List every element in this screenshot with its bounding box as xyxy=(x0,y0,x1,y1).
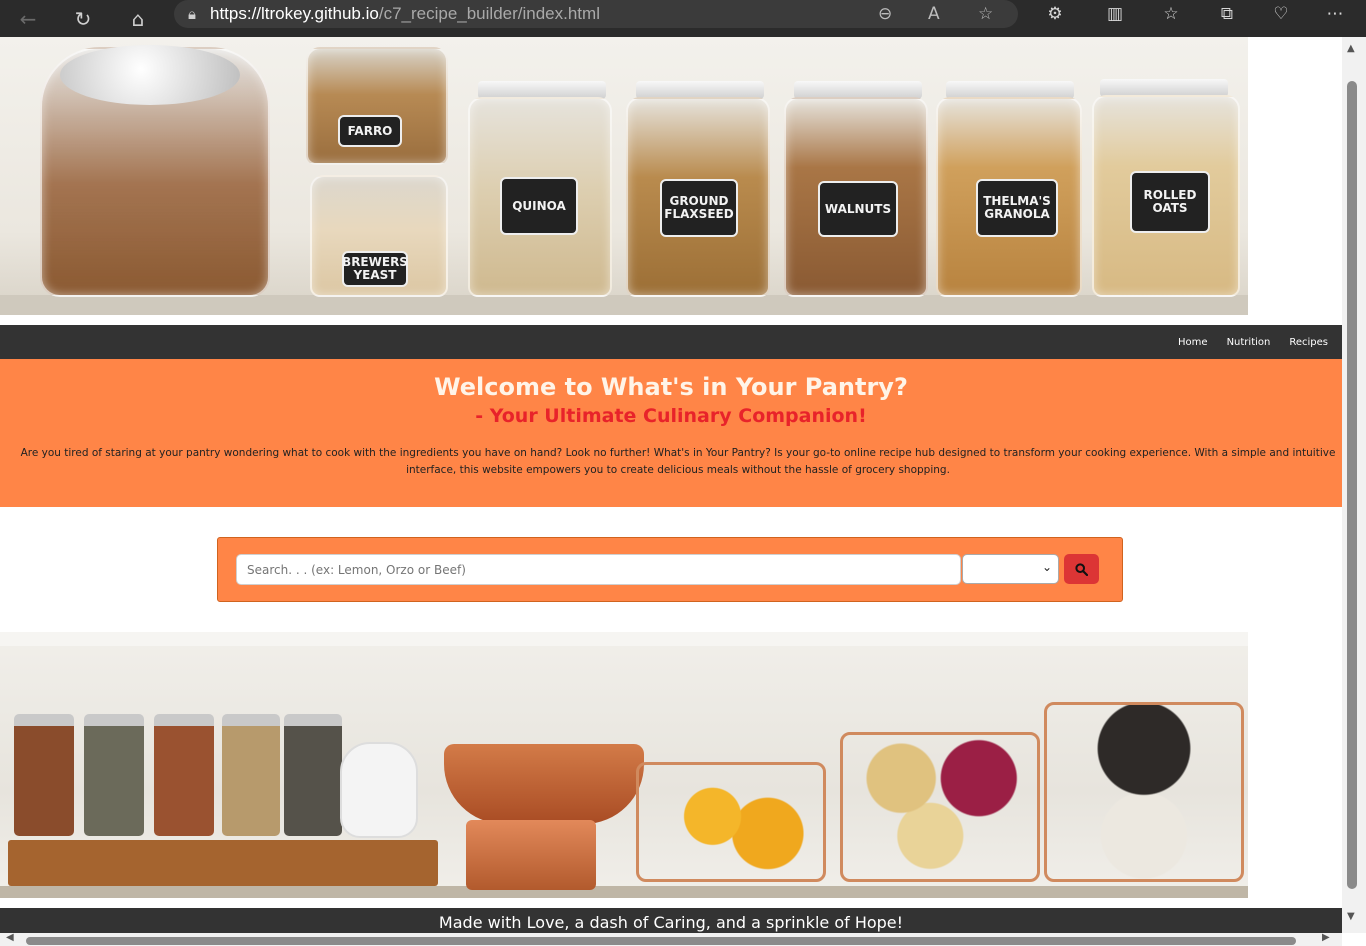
search-input[interactable] xyxy=(236,554,961,585)
jar-label: BREWERS YEAST xyxy=(342,251,408,287)
jar-label: FARRO xyxy=(338,115,402,147)
intro-paragraph: Are you tired of staring at your pantry … xyxy=(20,447,1336,476)
more-icon[interactable]: ⋯ xyxy=(1318,0,1352,28)
chevron-down-icon: ⌄ xyxy=(1041,560,1052,574)
jar-label: WALNUTS xyxy=(818,181,898,237)
page-viewport: FARRO BREWERS YEAST QUINOA GROUND FLAXSE… xyxy=(0,37,1342,933)
nav-nutrition-link[interactable]: Nutrition xyxy=(1227,337,1271,348)
main-navbar: Home Nutrition Recipes xyxy=(0,325,1342,359)
horizontal-scrollbar[interactable]: ◀ ▶ xyxy=(0,932,1342,946)
back-icon[interactable]: ← xyxy=(8,0,48,37)
url-text: https://ltrokey.github.io/c7_recipe_buil… xyxy=(210,4,600,23)
extensions-icon[interactable]: ⚙ xyxy=(1038,0,1072,28)
search-icon xyxy=(1075,562,1088,576)
browser-toolbar: ← ↻ ⌂ 🔒︎ https://ltrokey.github.io/c7_re… xyxy=(0,0,1366,37)
refresh-icon[interactable]: ↻ xyxy=(63,0,103,37)
jar-label: GROUND FLAXSEED xyxy=(660,179,738,237)
scroll-left-icon[interactable]: ◀ xyxy=(6,932,14,943)
favorite-icon[interactable]: ☆ xyxy=(978,0,993,28)
collections-icon[interactable]: ⧉ xyxy=(1210,0,1244,28)
lock-icon[interactable]: 🔒︎ xyxy=(174,5,210,23)
scroll-right-icon[interactable]: ▶ xyxy=(1322,932,1330,943)
scrollbar-thumb[interactable] xyxy=(1347,81,1357,889)
favorites-icon[interactable]: ☆ xyxy=(1154,0,1188,28)
jar-label: ROLLED OATS xyxy=(1130,171,1210,233)
nav-recipes-link[interactable]: Recipes xyxy=(1289,337,1328,348)
page-title: Welcome to What's in Your Pantry? xyxy=(434,373,908,401)
performance-icon[interactable]: ♡ xyxy=(1264,0,1298,28)
vertical-scrollbar[interactable]: ▲ ▼ xyxy=(1342,37,1366,933)
jar-label: QUINOA xyxy=(500,177,578,235)
scrollbar-thumb[interactable] xyxy=(26,937,1296,945)
welcome-section: Welcome to What's in Your Pantry? - Your… xyxy=(0,359,1342,507)
search-panel: ⌄ xyxy=(217,537,1123,602)
pantry-shelf-image xyxy=(0,632,1248,898)
read-aloud-icon[interactable]: A xyxy=(928,0,940,28)
page-subtitle: - Your Ultimate Culinary Companion! xyxy=(475,405,867,427)
home-icon[interactable]: ⌂ xyxy=(118,0,158,37)
site-footer: Made with Love, a dash of Caring, and a … xyxy=(0,908,1342,933)
search-filter-select[interactable]: ⌄ xyxy=(962,554,1059,584)
jar-label: THELMA'S GRANOLA xyxy=(976,179,1058,237)
search-button[interactable] xyxy=(1064,554,1099,584)
scroll-down-icon[interactable]: ▼ xyxy=(1347,911,1355,922)
hero-pantry-jars-image: FARRO BREWERS YEAST QUINOA GROUND FLAXSE… xyxy=(0,37,1248,315)
zoom-out-icon[interactable]: ⊖ xyxy=(878,0,892,28)
address-bar[interactable]: 🔒︎ https://ltrokey.github.io/c7_recipe_b… xyxy=(174,0,1018,28)
scroll-up-icon[interactable]: ▲ xyxy=(1347,43,1355,54)
nav-home-link[interactable]: Home xyxy=(1178,337,1208,348)
split-screen-icon[interactable]: ▥ xyxy=(1098,0,1132,28)
